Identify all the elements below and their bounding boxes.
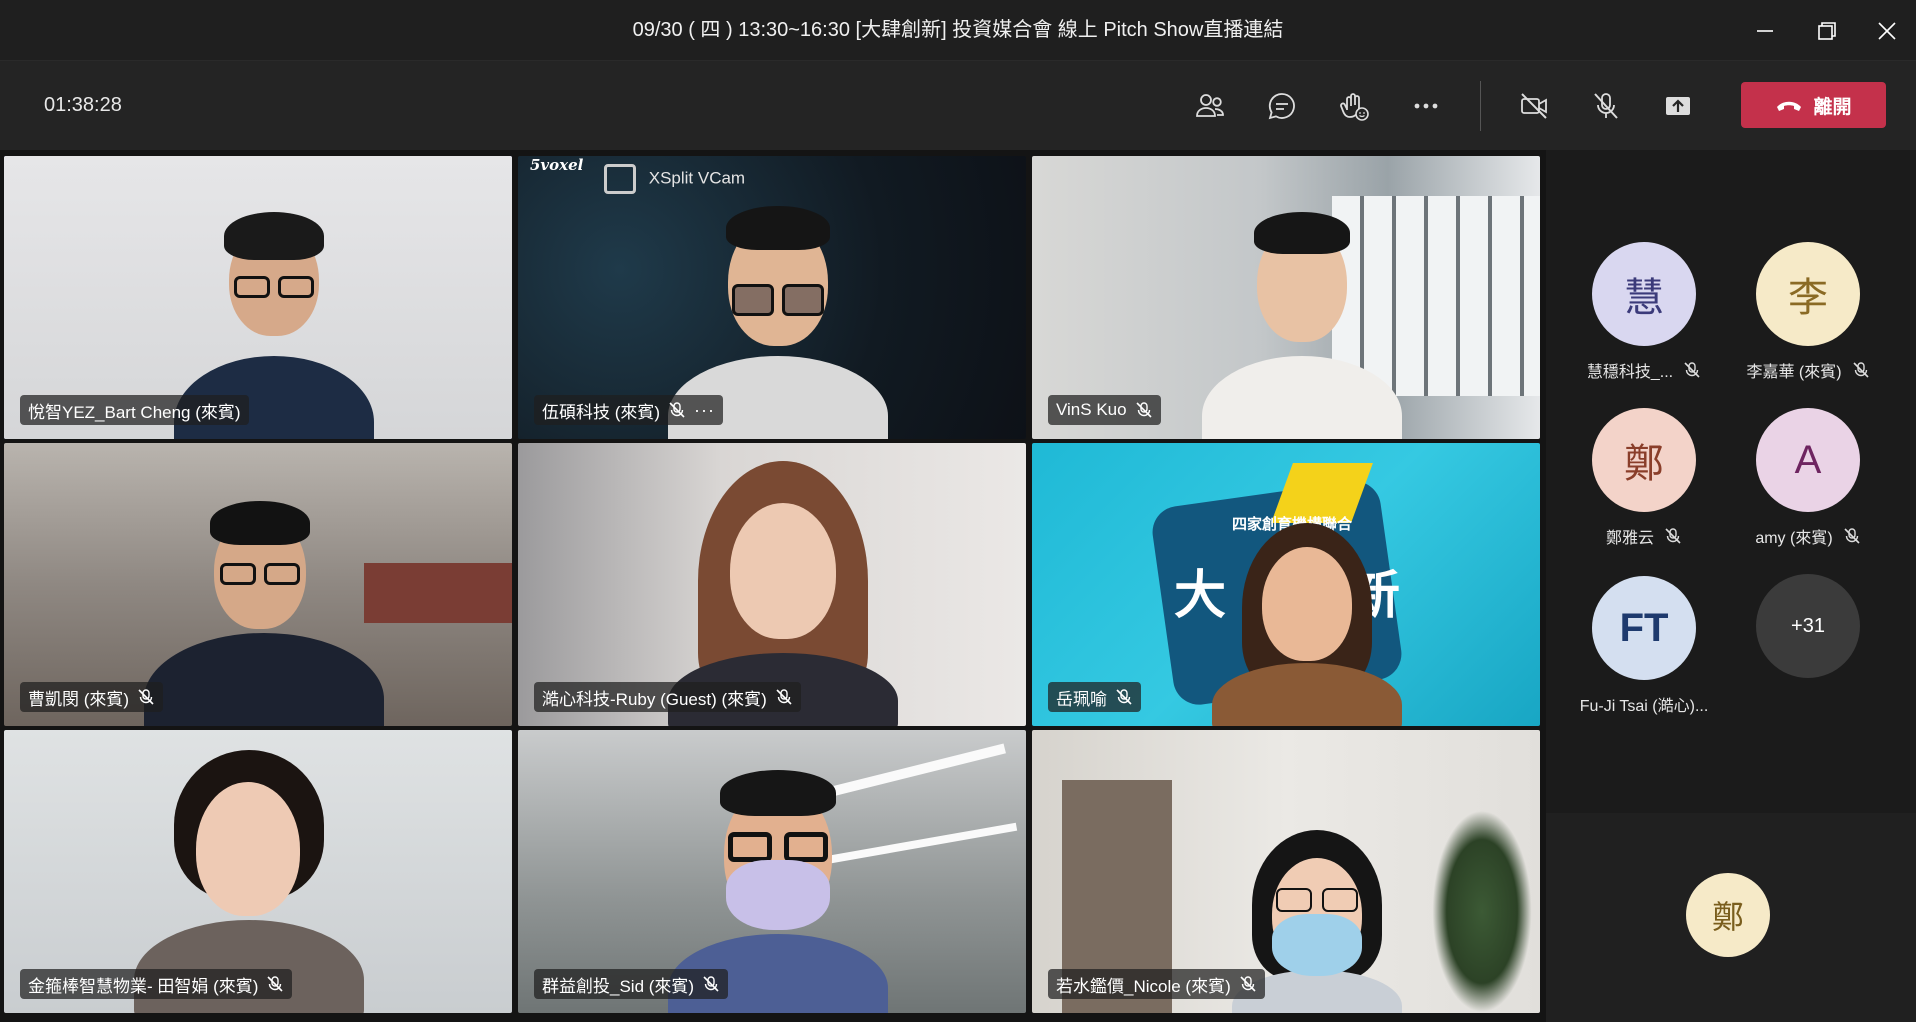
minimize-icon bbox=[1757, 29, 1773, 32]
video-tile[interactable]: 悅智YEZ_Bart Cheng (來賓) bbox=[4, 156, 512, 439]
participant-name-tag: 岳珮喻 bbox=[1048, 682, 1141, 712]
avatar: FT bbox=[1592, 576, 1696, 680]
more-icon bbox=[1414, 103, 1438, 109]
avatar: 鄭 bbox=[1592, 408, 1696, 512]
participant-avatar-item[interactable]: FT Fu-Ji Tsai (澔心)... bbox=[1562, 576, 1726, 716]
avatar-gallery: 慧 慧穩科技_... 李 李嘉華 (來賓) 鄭 鄭雅云 A amy (來賓) F… bbox=[1546, 150, 1916, 813]
participant-video bbox=[1202, 206, 1402, 439]
plant-decor bbox=[1432, 810, 1532, 1013]
participant-avatar-item[interactable]: 鄭 鄭雅云 bbox=[1562, 408, 1726, 548]
participant-name-tag: 若水鑑價_Nicole (來賓) bbox=[1048, 969, 1265, 999]
mic-off-icon bbox=[1116, 689, 1132, 705]
participant-name-tag: 澔心科技-Ruby (Guest) (來賓) bbox=[534, 682, 801, 712]
mic-off-icon bbox=[138, 689, 154, 705]
brand-watermark: XSplit VCam bbox=[604, 164, 745, 194]
meeting-toolbar: 01:38:28 離開 bbox=[0, 61, 1916, 150]
avatar: A bbox=[1756, 408, 1860, 512]
participant-name-tag: 悅智YEZ_Bart Cheng (來賓) bbox=[20, 395, 249, 425]
video-tile[interactable]: 5voxel XSplit VCam 伍碩科技 (來賓) ··· bbox=[518, 156, 1026, 439]
mic-off-icon bbox=[703, 976, 719, 992]
self-view-panel: 鄭 bbox=[1546, 813, 1916, 1022]
reactions-button[interactable] bbox=[1331, 83, 1377, 129]
participant-avatar-item[interactable]: 慧 慧穩科技_... bbox=[1562, 242, 1726, 382]
share-content-button[interactable] bbox=[1655, 83, 1701, 129]
video-tile[interactable]: VinS Kuo bbox=[1032, 156, 1540, 439]
mic-off-icon bbox=[267, 976, 284, 992]
participants-icon bbox=[1196, 94, 1224, 117]
leave-button[interactable]: 離開 bbox=[1741, 82, 1886, 128]
xsplit-logo-icon bbox=[604, 164, 636, 194]
close-button[interactable] bbox=[1852, 0, 1916, 61]
camera-toggle-button[interactable] bbox=[1511, 83, 1557, 129]
participant-video bbox=[1212, 523, 1402, 726]
mic-off-icon bbox=[1665, 528, 1681, 544]
video-tile[interactable]: 澔心科技-Ruby (Guest) (來賓) bbox=[518, 443, 1026, 726]
overflow-count-badge: +31 bbox=[1756, 574, 1860, 678]
minimize-button[interactable] bbox=[1730, 0, 1800, 61]
more-actions-button[interactable] bbox=[1403, 83, 1449, 129]
video-tile[interactable]: 群益創投_Sid (來賓) bbox=[518, 730, 1026, 1013]
video-tile[interactable]: 四家創育機構聯合 大 新 岳珮喻 bbox=[1032, 443, 1540, 726]
video-tile[interactable]: 金箍棒智慧物業- 田智娟 (來賓) bbox=[4, 730, 512, 1013]
camera-off-icon bbox=[1521, 93, 1547, 119]
participant-side-panel: 慧 慧穩科技_... 李 李嘉華 (來賓) 鄭 鄭雅云 A amy (來賓) F… bbox=[1546, 150, 1916, 1022]
participant-avatar-item[interactable]: 李 李嘉華 (來賓) bbox=[1726, 242, 1890, 382]
participant-video bbox=[144, 493, 384, 726]
reactions-icon bbox=[1340, 93, 1369, 121]
mic-off-icon bbox=[1852, 362, 1869, 378]
mic-off-icon bbox=[1594, 93, 1618, 119]
mic-off-icon bbox=[776, 689, 792, 705]
leave-label: 離開 bbox=[1813, 96, 1852, 118]
participant-name-tag: 伍碩科技 (來賓) ··· bbox=[534, 395, 724, 425]
avatar: 李 bbox=[1756, 242, 1860, 346]
more-options-icon[interactable]: ··· bbox=[694, 400, 715, 421]
participant-name-tag: 曹凱閔 (來賓) bbox=[20, 682, 164, 712]
video-tile[interactable]: 曹凱閔 (來賓) bbox=[4, 443, 512, 726]
participant-name-tag: VinS Kuo bbox=[1048, 395, 1161, 425]
participant-name-tag: 金箍棒智慧物業- 田智娟 (來賓) bbox=[20, 969, 293, 999]
restore-icon bbox=[1818, 21, 1836, 40]
chat-icon bbox=[1268, 93, 1295, 120]
window-title: 09/30 ( 四 ) 13:30~16:30 [大肆創新] 投資媒合會 線上 … bbox=[632, 19, 1284, 41]
mic-off-icon bbox=[669, 402, 685, 418]
mic-off-icon bbox=[1844, 528, 1860, 544]
brand-logo-text: 5voxel bbox=[530, 156, 584, 174]
phone-hangup-icon bbox=[1777, 101, 1802, 111]
mic-off-icon bbox=[1136, 402, 1152, 418]
toolbar-divider bbox=[1480, 81, 1481, 131]
close-icon bbox=[1878, 21, 1896, 40]
mic-off-icon bbox=[1240, 976, 1256, 992]
video-tile[interactable]: 若水鑑價_Nicole (來賓) bbox=[1032, 730, 1540, 1013]
video-grid: 悅智YEZ_Bart Cheng (來賓) 5voxel XSplit VCam… bbox=[0, 150, 1546, 1022]
more-participants-button[interactable]: +31 bbox=[1726, 574, 1890, 678]
share-icon bbox=[1666, 97, 1690, 115]
participant-name-tag: 群益創投_Sid (來賓) bbox=[534, 969, 729, 999]
chat-button[interactable] bbox=[1259, 83, 1305, 129]
self-avatar[interactable]: 鄭 bbox=[1686, 873, 1770, 957]
avatar: 慧 bbox=[1592, 242, 1696, 346]
mic-off-icon bbox=[1684, 362, 1700, 378]
participant-avatar-item[interactable]: A amy (來賓) bbox=[1726, 408, 1890, 548]
participants-button[interactable] bbox=[1187, 83, 1233, 129]
title-bar: 09/30 ( 四 ) 13:30~16:30 [大肆創新] 投資媒合會 線上 … bbox=[0, 0, 1916, 61]
mic-toggle-button[interactable] bbox=[1583, 83, 1629, 129]
meeting-timer: 01:38:28 bbox=[44, 94, 122, 116]
